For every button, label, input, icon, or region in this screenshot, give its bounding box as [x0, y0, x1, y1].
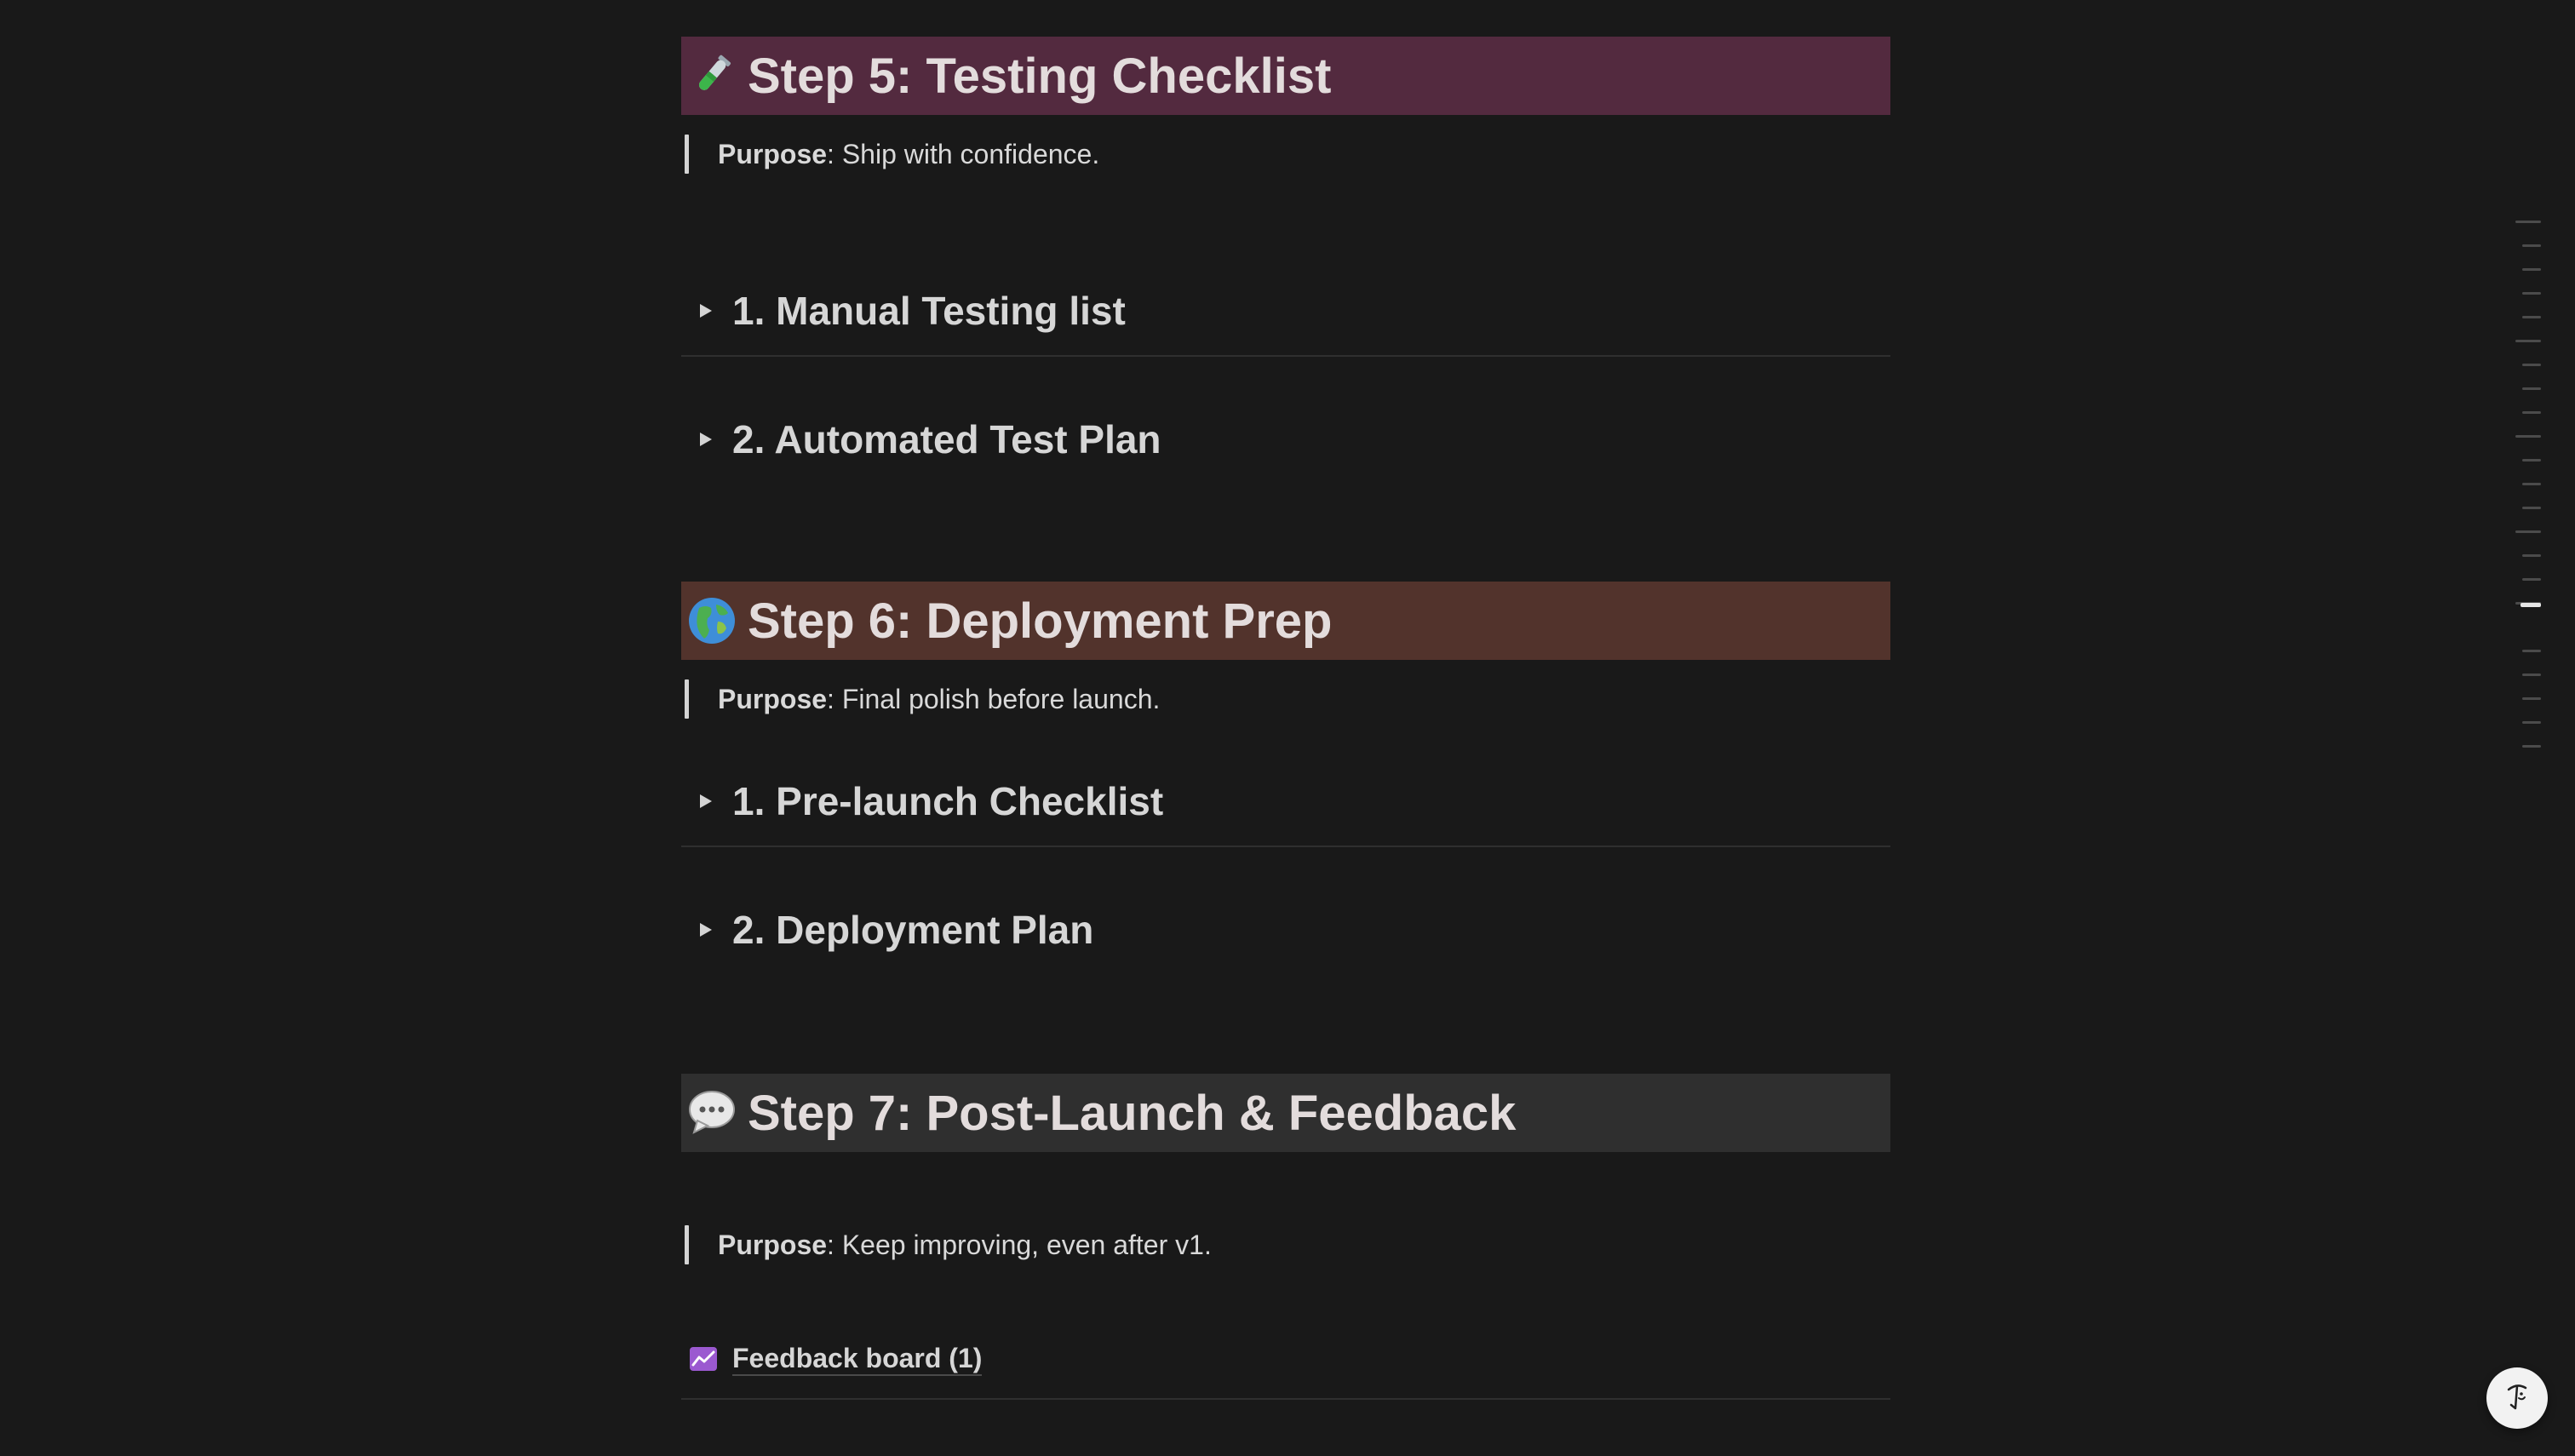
step6-purpose-quote: Purpose: Final polish before launch.: [681, 679, 1890, 719]
quote-bar: [685, 1225, 689, 1264]
toc-line-active[interactable]: [2521, 603, 2541, 607]
step5-purpose-quote: Purpose: Ship with confidence.: [681, 134, 1890, 175]
toggle-label: 2. Automated Test Plan: [732, 417, 1161, 461]
purpose-text: : Final polish before launch.: [827, 683, 1161, 714]
toggle-automated-test-plan[interactable]: 2. Automated Test Plan: [681, 405, 1890, 473]
help-button[interactable]: [2486, 1367, 2548, 1429]
toc-line[interactable]: [2522, 721, 2541, 724]
test-tube-icon: [685, 49, 739, 103]
step5-heading: Step 5: Testing Checklist: [681, 37, 1890, 115]
toc-line[interactable]: [2522, 459, 2541, 461]
purpose-text: : Ship with confidence.: [827, 138, 1100, 169]
step6-heading: Step 6: Deployment Prep: [681, 582, 1890, 660]
toc-line[interactable]: [2515, 221, 2541, 223]
toc-line[interactable]: [2522, 387, 2541, 390]
feedback-board-link[interactable]: Feedback board (1): [681, 1335, 1890, 1383]
toggle-label: 2. Deployment Plan: [732, 908, 1094, 952]
purpose-text: : Keep improving, even after v1.: [827, 1229, 1212, 1260]
step7-heading: Step 7: Post-Launch & Feedback: [681, 1074, 1890, 1152]
quote-bar: [685, 679, 689, 719]
purpose-label: Purpose: [718, 683, 828, 714]
toc-line[interactable]: [2522, 650, 2541, 652]
toc-line[interactable]: [2522, 674, 2541, 676]
feedback-board-label[interactable]: Feedback board (1): [732, 1342, 983, 1376]
step6-purpose: Purpose: Final polish before launch.: [718, 684, 1160, 715]
toc-line[interactable]: [2515, 435, 2541, 438]
purpose-label: Purpose: [718, 138, 828, 169]
toggle-deployment-plan[interactable]: 2. Deployment Plan: [681, 896, 1890, 964]
toc-line[interactable]: [2522, 578, 2541, 581]
step7-title: Step 7: Post-Launch & Feedback: [748, 1085, 1517, 1141]
step5-purpose: Purpose: Ship with confidence.: [718, 139, 1099, 170]
toc-line[interactable]: [2522, 483, 2541, 485]
page: Step 5: Testing Checklist Purpose: Ship …: [0, 0, 2575, 1456]
triangle-right-icon[interactable]: [693, 427, 719, 452]
step6-title: Step 6: Deployment Prep: [748, 593, 1333, 649]
divider: [681, 1398, 1890, 1400]
toc-line[interactable]: [2522, 364, 2541, 366]
triangle-right-icon[interactable]: [693, 917, 719, 943]
step7-purpose: Purpose: Keep improving, even after v1.: [718, 1230, 1212, 1261]
chart-icon: [688, 1344, 719, 1374]
toc-line[interactable]: [2522, 292, 2541, 295]
toggle-label: 1. Pre-launch Checklist: [732, 779, 1164, 823]
globe-icon: [685, 593, 739, 648]
triangle-right-icon[interactable]: [693, 298, 719, 324]
toc-line[interactable]: [2522, 697, 2541, 700]
toc-line[interactable]: [2522, 554, 2541, 557]
toc-line[interactable]: [2522, 411, 2541, 414]
speech-bubble-icon: [685, 1086, 739, 1140]
step7-purpose-quote: Purpose: Keep improving, even after v1.: [681, 1224, 1890, 1265]
toc-line[interactable]: [2522, 244, 2541, 247]
toc-line[interactable]: [2522, 745, 2541, 748]
help-icon: [2500, 1379, 2534, 1418]
quote-bar: [685, 135, 689, 174]
toggle-pre-launch-checklist[interactable]: 1. Pre-launch Checklist: [681, 767, 1890, 835]
triangle-right-icon[interactable]: [693, 788, 719, 814]
step5-title: Step 5: Testing Checklist: [748, 48, 1332, 104]
toc-line[interactable]: [2522, 268, 2541, 271]
divider: [681, 355, 1890, 357]
toggle-label: 1. Manual Testing list: [732, 289, 1126, 333]
toggle-manual-testing-list[interactable]: 1. Manual Testing list: [681, 277, 1890, 345]
divider: [681, 846, 1890, 847]
toc-line[interactable]: [2522, 316, 2541, 318]
toc-line[interactable]: [2515, 340, 2541, 342]
purpose-label: Purpose: [718, 1229, 828, 1260]
toc-line[interactable]: [2522, 507, 2541, 509]
toc-line[interactable]: [2515, 530, 2541, 533]
